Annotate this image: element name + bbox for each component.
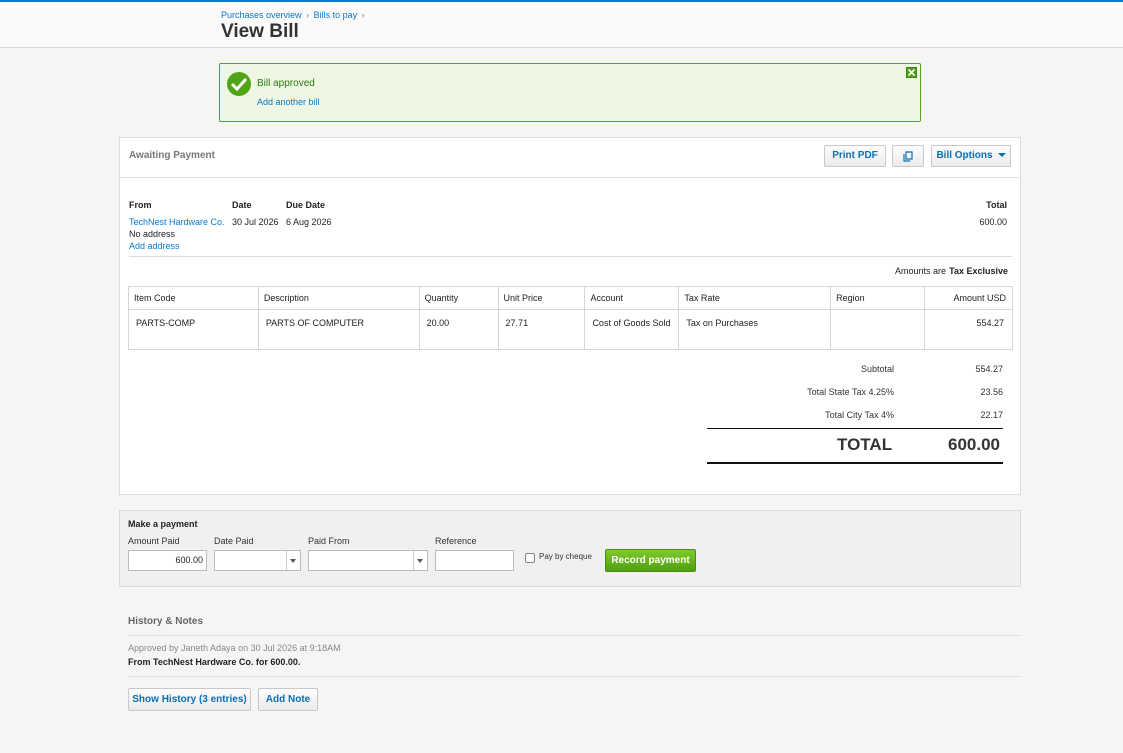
amounts-are-value[interactable]: Tax Exclusive <box>949 266 1008 276</box>
pay-by-cheque-label[interactable]: Pay by cheque <box>539 552 592 561</box>
reference-label: Reference <box>435 536 477 546</box>
date-paid-label: Date Paid <box>214 536 254 546</box>
status-label: Awaiting Payment <box>129 150 215 161</box>
bill-options-button[interactable]: Bill Options <box>931 145 1011 167</box>
breadcrumb-bills-to-pay[interactable]: Bills to pay <box>314 10 358 20</box>
copy-icon <box>903 151 913 162</box>
amount-paid-input[interactable]: 600.00 <box>128 550 207 571</box>
divider <box>128 635 1021 636</box>
breadcrumb-separator: › <box>361 10 365 20</box>
chevron-down-icon[interactable] <box>413 551 427 570</box>
grand-total-label: TOTAL <box>837 435 893 454</box>
table-row[interactable]: PARTS-COMP PARTS OF COMPUTER 20.00 27.71… <box>128 309 1013 350</box>
unit-price-cell: 27.71 <box>497 309 586 350</box>
close-icon[interactable] <box>906 67 917 78</box>
column-header: Item Code <box>128 286 259 310</box>
total-bottom-rule <box>707 462 1003 464</box>
bill-options-label: Bill Options <box>936 150 993 161</box>
alert-message: Bill approved <box>257 78 315 89</box>
column-header: Unit Price <box>497 286 586 310</box>
success-alert: Bill approved Add another bill <box>219 63 921 122</box>
history-title: History & Notes <box>128 616 204 627</box>
table-header-row: Item Code Description Quantity Unit Pric… <box>128 286 1013 310</box>
supplier-address: No address <box>129 229 176 239</box>
column-header: Account <box>584 286 680 310</box>
supplier-link[interactable]: TechNest Hardware Co. <box>129 217 225 227</box>
breadcrumb-purchases-overview[interactable]: Purchases overview <box>221 10 302 20</box>
column-header: Region <box>830 286 926 310</box>
history-entry: Approved by Janeth Adaya on 30 Jul 2026 … <box>128 643 341 653</box>
divider <box>128 676 1021 677</box>
date-paid-input[interactable] <box>214 550 301 571</box>
city-tax-value: 22.17 <box>980 410 1003 420</box>
add-address-link[interactable]: Add address <box>129 241 180 251</box>
amount-cell: 554.27 <box>924 309 1013 350</box>
total-top-rule <box>707 428 1003 429</box>
column-header: Description <box>257 286 420 310</box>
quantity-cell: 20.00 <box>418 309 499 350</box>
copy-button[interactable] <box>892 145 924 167</box>
column-header: Quantity <box>418 286 499 310</box>
show-history-button[interactable]: Show History (3 entries) <box>128 688 251 711</box>
top-header: Purchases overview › Bills to pay › View… <box>0 0 1123 48</box>
checkmark-icon <box>227 72 251 96</box>
reference-input[interactable] <box>435 550 514 571</box>
make-payment-title: Make a payment <box>128 519 198 529</box>
column-header: Amount USD <box>924 286 1013 310</box>
chevron-down-icon[interactable] <box>286 551 300 570</box>
account-cell: Cost of Goods Sold <box>584 309 680 350</box>
record-payment-button[interactable]: Record payment <box>605 549 696 572</box>
state-tax-value: 23.56 <box>980 387 1003 397</box>
date-label: Date <box>232 200 252 210</box>
divider <box>129 256 1012 257</box>
bill-due-date: 6 Aug 2026 <box>286 217 332 227</box>
region-cell <box>830 309 926 350</box>
add-note-button[interactable]: Add Note <box>258 688 318 711</box>
paid-from-label: Paid From <box>308 536 350 546</box>
due-date-label: Due Date <box>286 200 326 210</box>
make-payment-panel: Make a payment Amount Paid Date Paid Pai… <box>119 510 1021 587</box>
breadcrumb: Purchases overview › Bills to pay › <box>221 10 367 20</box>
item-code-cell: PARTS-COMP <box>128 309 259 350</box>
pay-by-cheque-checkbox[interactable] <box>525 553 535 563</box>
tax-rate-cell: Tax on Purchases <box>678 309 832 350</box>
city-tax-label: Total City Tax 4% <box>825 410 894 420</box>
grand-total-value: 600.00 <box>948 435 1000 454</box>
amounts-are-label: Amounts are <box>894 266 946 276</box>
total-label: Total <box>986 200 1007 210</box>
bill-total: 600.00 <box>979 217 1007 227</box>
history-detail: From TechNest Hardware Co. for 600.00. <box>128 657 301 667</box>
caret-down-icon <box>997 153 1006 157</box>
breadcrumb-separator: › <box>306 10 310 20</box>
bill-card: Awaiting Payment Print PDF Bill Options … <box>119 137 1021 495</box>
bill-date: 30 Jul 2026 <box>232 217 279 227</box>
print-pdf-button[interactable]: Print PDF <box>824 145 886 167</box>
from-label: From <box>129 200 152 210</box>
page-title: View Bill <box>221 21 299 42</box>
state-tax-label: Total State Tax 4.25% <box>807 387 894 397</box>
bill-card-header: Awaiting Payment Print PDF Bill Options <box>120 138 1020 178</box>
paid-from-select[interactable] <box>308 550 428 571</box>
subtotal-label: Subtotal <box>860 364 894 374</box>
subtotal-value: 554.27 <box>975 364 1003 374</box>
line-items-table: Item Code Description Quantity Unit Pric… <box>128 286 1013 350</box>
amount-paid-label: Amount Paid <box>128 536 180 546</box>
description-cell: PARTS OF COMPUTER <box>257 309 420 350</box>
add-another-bill-link[interactable]: Add another bill <box>257 97 320 107</box>
column-header: Tax Rate <box>678 286 832 310</box>
